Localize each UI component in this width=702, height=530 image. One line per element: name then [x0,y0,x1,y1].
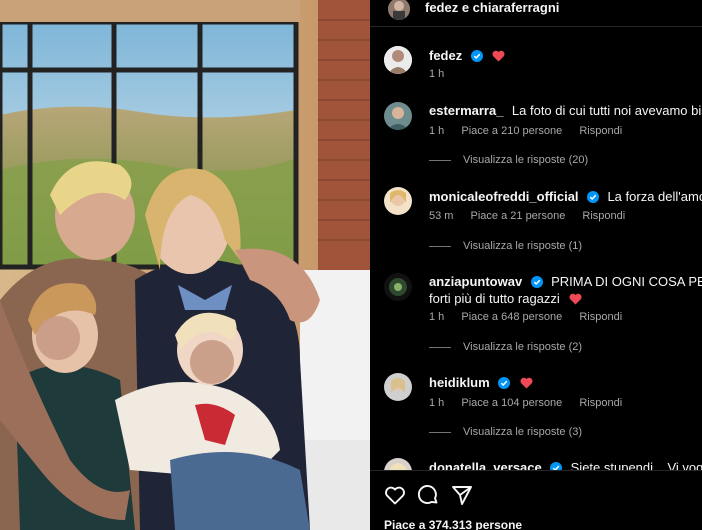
replies-line [429,431,451,433]
verified-badge-icon [470,49,483,62]
header-divider [370,26,702,27]
replies-line [429,346,451,348]
comment-meta: 1 h Piace a 210 persone Rispondi [429,125,623,137]
replies-line [429,245,451,247]
paper-plane-icon[interactable] [450,483,474,507]
author-avatar[interactable] [384,46,412,74]
post-photo [0,0,370,530]
comment-meta: 53 m Piace a 21 persone Rispondi [429,210,626,222]
commenter-avatar[interactable] [384,102,412,130]
comment-username[interactable]: estermarra_ [429,103,503,118]
comment-text-line2: forti più di tutto ragazzi [429,291,560,306]
comment-text: La forza dell'amore. [607,189,702,204]
verified-badge-icon [587,190,599,203]
post-like-count[interactable]: Piace a 374.313 persone [384,518,522,530]
red-heart-icon [492,50,505,62]
view-replies-button[interactable]: Visualizza le risposte (2) [429,341,582,353]
comment-text: PRIMA DI OGNI COSA PER DAVVE [551,274,702,289]
comments-panel: fedez e chiaraferragni fedez 1 h esterma… [370,0,702,530]
red-heart-icon [520,377,533,389]
view-replies-button[interactable]: Visualizza le risposte (3) [429,426,582,438]
comment-meta: 1 h Piace a 104 persone Rispondi [429,397,623,409]
comment-bubble-icon[interactable] [416,483,440,507]
author-time: 1 h [429,68,445,80]
comment-username[interactable]: monicaleofreddi_official [429,189,579,204]
author-username[interactable]: fedez [429,48,462,63]
reply-button[interactable]: Rispondi [582,210,625,222]
post-header-title[interactable]: fedez e chiaraferragni [425,0,559,15]
verified-badge-icon [530,275,543,288]
header-avatar[interactable] [388,0,410,20]
comment-likes[interactable]: Piace a 210 persone [461,125,562,137]
comment-likes[interactable]: Piace a 21 persone [471,210,566,222]
replies-line [429,159,451,161]
reply-button[interactable]: Rispondi [579,397,622,409]
comment-username[interactable]: heidiklum [429,375,490,390]
heart-outline-icon[interactable] [383,483,407,507]
comment-text: La foto di cui tutti noi avevamo bisogno [511,103,702,118]
view-replies-button[interactable]: Visualizza le risposte (20) [429,154,588,166]
view-replies-button[interactable]: Visualizza le risposte (1) [429,240,582,252]
reply-button[interactable]: Rispondi [579,311,622,323]
comment-likes[interactable]: Piace a 104 persone [461,397,562,409]
commenter-avatar[interactable] [384,187,412,215]
verified-badge-icon [498,376,511,389]
reply-button[interactable]: Rispondi [579,125,622,137]
commenter-avatar[interactable] [384,373,412,401]
comment-username[interactable]: anziapuntowav [429,274,522,289]
red-heart-icon [569,293,582,305]
comment-likes[interactable]: Piace a 648 persone [461,311,562,323]
comment-meta: 1 h Piace a 648 persone Rispondi [429,311,623,323]
commenter-avatar[interactable] [384,273,412,301]
